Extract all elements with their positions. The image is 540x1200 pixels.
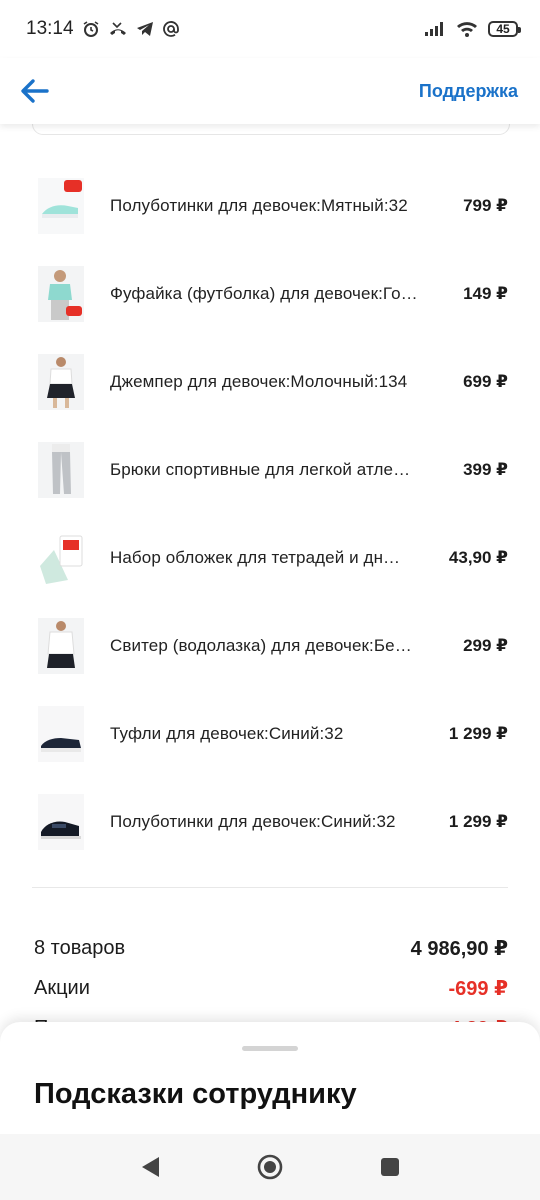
item-name: Полуботинки для девочек:Мятный:32 — [110, 196, 408, 215]
item-price: 299 ₽ — [463, 636, 508, 655]
app-header: Поддержка — [0, 58, 540, 124]
item-name: Туфли для девочек:Синий:32 — [110, 724, 344, 743]
product-thumbnail — [38, 266, 84, 322]
item-price: 799 ₽ — [463, 196, 508, 215]
product-thumbnail — [38, 618, 84, 674]
item-name: Фуфайка (футболка) для девочек:Го… — [110, 284, 418, 303]
arrow-left-icon — [21, 79, 49, 103]
sheet-title: Подсказки сотруднику — [34, 1078, 357, 1110]
promo-value: -699 ₽ — [448, 977, 508, 1000]
summary-row-promo: Акции -699 ₽ — [34, 968, 508, 1008]
hints-bottom-sheet[interactable]: Подсказки сотруднику — [0, 1022, 540, 1134]
nav-back-button[interactable] — [130, 1147, 170, 1187]
item-price: 399 ₽ — [463, 460, 508, 479]
order-screen: 13:14 45 Поддержка Полуботинки для девоч… — [0, 0, 540, 1200]
item-price: 699 ₽ — [463, 372, 508, 391]
back-triangle-icon — [142, 1157, 159, 1177]
list-item[interactable]: Полуботинки для девочек:Мятный:32 799 ₽ — [0, 162, 540, 250]
summary-row-total: 8 товаров 4 986,90 ₽ — [34, 928, 508, 968]
list-item[interactable]: Брюки спортивные для легкой атле… 399 ₽ — [0, 426, 540, 514]
item-name: Джемпер для девочек:Молочный:134 — [110, 372, 408, 391]
wifi-icon — [456, 21, 478, 37]
product-thumbnail — [38, 706, 84, 762]
product-thumbnail — [38, 442, 84, 498]
item-name: Брюки спортивные для легкой атле… — [110, 460, 411, 479]
item-name: Свитер (водолазка) для девочек:Бе… — [110, 636, 412, 655]
support-link[interactable]: Поддержка — [419, 81, 518, 102]
back-button[interactable] — [18, 74, 52, 108]
sheet-drag-handle[interactable] — [242, 1046, 298, 1051]
items-count-label: 8 товаров — [34, 936, 126, 959]
item-price: 149 ₽ — [463, 284, 508, 303]
collapsed-card-edge — [32, 124, 510, 135]
status-time: 13:14 — [26, 18, 74, 39]
list-item[interactable]: Фуфайка (футболка) для девочек:Го… 149 ₽ — [0, 250, 540, 338]
product-thumbnail — [38, 530, 84, 586]
system-nav-bar — [0, 1134, 540, 1200]
signal-icon — [424, 21, 446, 37]
missed-call-icon — [108, 21, 128, 37]
list-item[interactable]: Туфли для девочек:Синий:32 1 299 ₽ — [0, 690, 540, 778]
alarm-icon — [82, 20, 100, 38]
item-price: 1 299 ₽ — [448, 812, 508, 831]
telegram-icon — [136, 21, 154, 37]
at-icon — [162, 20, 180, 38]
items-total-value: 4 986,90 ₽ — [410, 937, 508, 960]
list-item[interactable]: Джемпер для девочек:Молочный:134 699 ₽ — [0, 338, 540, 426]
promo-label: Акции — [34, 976, 90, 999]
status-bar: 13:14 45 — [0, 0, 540, 58]
nav-home-button[interactable] — [250, 1147, 290, 1187]
recents-square-icon — [381, 1158, 399, 1176]
order-items-list: Полуботинки для девочек:Мятный:32 799 ₽ … — [0, 162, 540, 866]
home-circle-icon — [257, 1154, 283, 1180]
item-name: Набор обложек для тетрадей и дн… — [110, 548, 401, 567]
item-price: 43,90 ₽ — [448, 548, 508, 567]
product-thumbnail — [38, 354, 84, 410]
list-item[interactable]: Полуботинки для девочек:Синий:32 1 299 ₽ — [0, 778, 540, 866]
item-name: Полуботинки для девочек:Синий:32 — [110, 812, 396, 831]
product-thumbnail — [38, 178, 84, 234]
item-price: 1 299 ₽ — [448, 724, 508, 743]
product-thumbnail — [38, 794, 84, 850]
list-item[interactable]: Свитер (водолазка) для девочек:Бе… 299 ₽ — [0, 602, 540, 690]
divider — [32, 887, 508, 888]
nav-recents-button[interactable] — [370, 1147, 410, 1187]
battery-icon: 45 — [488, 21, 521, 37]
list-item[interactable]: Набор обложек для тетрадей и дн… 43,90 ₽ — [0, 514, 540, 602]
